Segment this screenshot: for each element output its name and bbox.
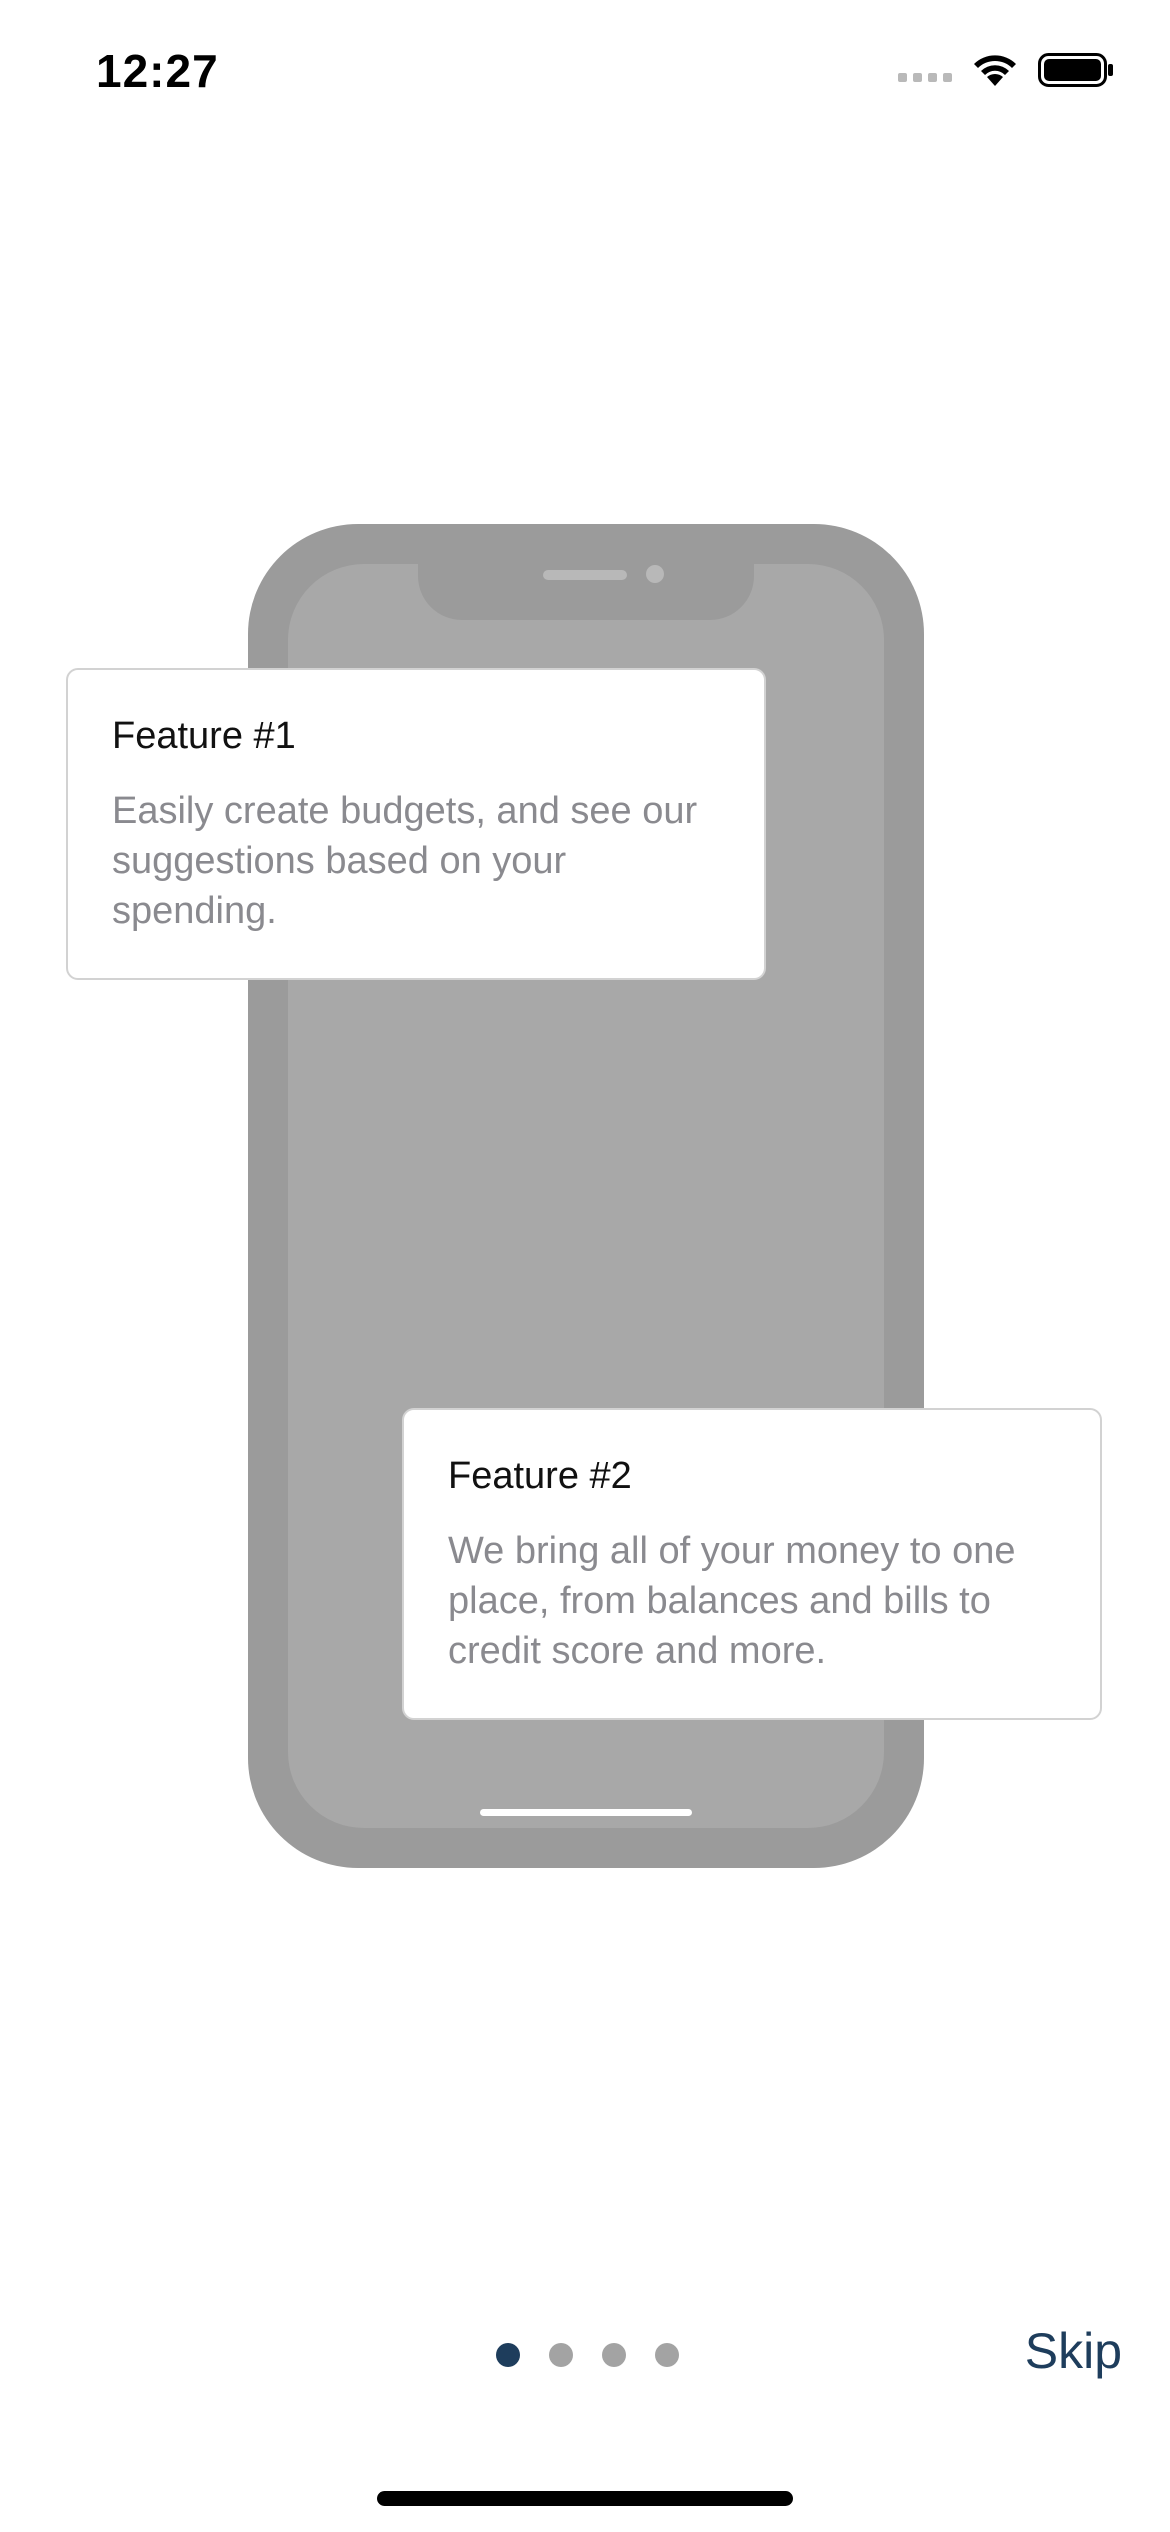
phone-camera: [646, 565, 664, 583]
status-icons: [898, 52, 1114, 88]
page-dot-4[interactable]: [655, 2343, 679, 2367]
phone-speaker: [543, 570, 627, 580]
battery-icon: [1038, 53, 1113, 87]
skip-button[interactable]: Skip: [1025, 2322, 1122, 2380]
feature-title: Feature #1: [112, 715, 296, 757]
status-time: 12:27: [96, 45, 219, 97]
feature-description: Easily create budgets, and see our sugge…: [112, 789, 698, 932]
wifi-icon: [974, 55, 1016, 86]
page-indicator[interactable]: [496, 2343, 679, 2367]
page-dot-2[interactable]: [549, 2343, 573, 2367]
home-indicator[interactable]: [377, 2491, 793, 2506]
page-dot-1[interactable]: [496, 2343, 520, 2367]
feature-card-2: Feature #2 We bring all of your money to…: [402, 1408, 1102, 1720]
page-dot-3[interactable]: [602, 2343, 626, 2367]
feature-title: Feature #2: [448, 1455, 632, 1497]
phone-home-bar: [480, 1809, 692, 1816]
feature-description: We bring all of your money to one place,…: [448, 1529, 1016, 1672]
feature-card-1: Feature #1 Easily create budgets, and se…: [66, 668, 766, 980]
cellular-signal-icon: [898, 72, 952, 82]
